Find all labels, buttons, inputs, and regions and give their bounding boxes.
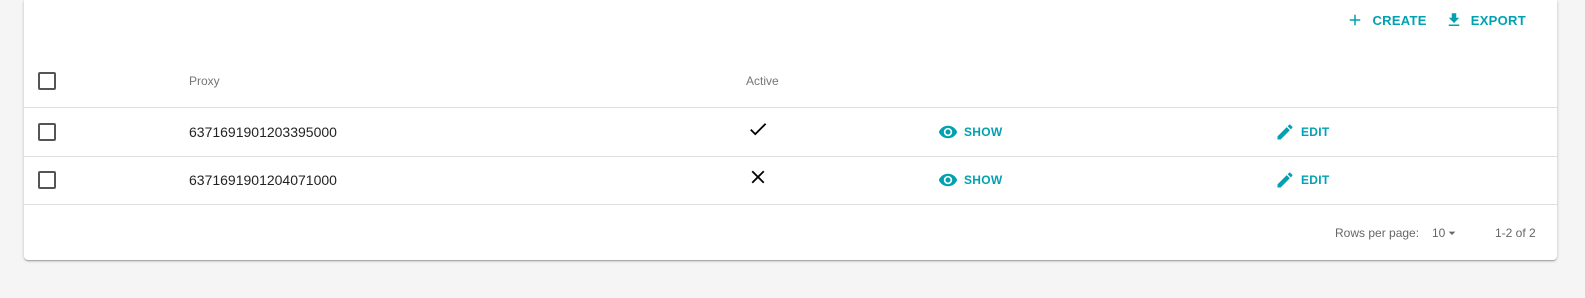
edit-button-label: EDIT [1301,173,1330,187]
table-row[interactable]: 6371691901204071000 SHOW EDIT [24,156,1557,205]
eye-icon [938,173,958,187]
caret-down-icon [1449,231,1456,235]
eye-icon [938,125,958,139]
column-header-proxy[interactable]: Proxy [189,74,220,88]
edit-button[interactable]: EDIT [1275,170,1330,190]
edit-button[interactable]: EDIT [1275,122,1330,142]
pencil-icon [1277,124,1293,140]
proxy-cell: 6371691901204071000 [189,172,337,188]
row-checkbox[interactable] [38,171,56,189]
table-header: Proxy Active [24,55,1557,108]
rows-per-page-label: Rows per page: [1335,226,1420,240]
pagination-range: 1-2 of 2 [1495,226,1536,240]
check-icon [747,118,769,140]
proxy-cell: 6371691901203395000 [189,124,337,140]
edit-button-label: EDIT [1301,125,1330,139]
pencil-icon [1277,172,1293,188]
select-all-checkbox[interactable] [38,72,56,90]
show-button[interactable]: SHOW [938,170,1003,190]
create-button-label: CREATE [1372,12,1427,28]
list-toolbar: CREATE EXPORT [1346,10,1526,30]
show-button[interactable]: SHOW [938,122,1003,142]
row-checkbox[interactable] [38,123,56,141]
pagination-bar: Rows per page: 10 1-2 of 2 [24,205,1557,260]
table-row[interactable]: 6371691901203395000 SHOW EDIT [24,108,1557,157]
show-button-label: SHOW [964,173,1003,187]
list-card: CREATE EXPORT Proxy Active 6371691901203… [24,0,1557,260]
export-button-label: EXPORT [1470,12,1526,28]
rows-per-page-value: 10 [1432,226,1446,240]
download-icon [1448,13,1459,26]
column-header-active[interactable]: Active [746,74,779,88]
close-icon [747,166,769,188]
plus-icon [1350,14,1361,26]
rows-per-page-select[interactable]: 10 [1432,225,1460,241]
show-button-label: SHOW [964,125,1003,139]
create-button[interactable]: CREATE [1346,10,1426,30]
export-button[interactable]: EXPORT [1445,10,1526,30]
